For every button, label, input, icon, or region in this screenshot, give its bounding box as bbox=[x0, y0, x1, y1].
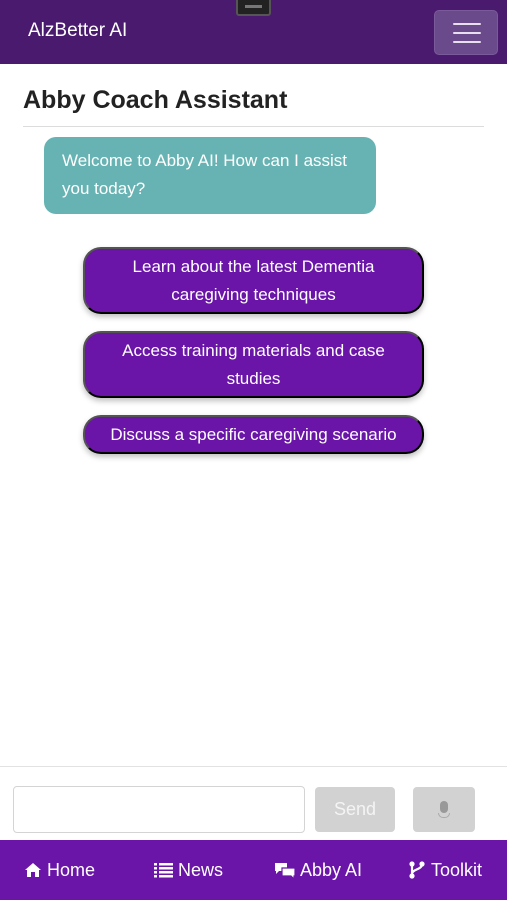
list-icon bbox=[154, 863, 173, 878]
nav-label-news: News bbox=[178, 859, 224, 880]
nav-item-toolkit[interactable]: Toolkit bbox=[408, 840, 482, 900]
suggestion-button-training[interactable]: Access training materials and case studi… bbox=[83, 331, 424, 398]
camera-notch bbox=[236, 0, 271, 16]
send-button[interactable]: Send bbox=[315, 787, 395, 832]
hamburger-icon bbox=[453, 23, 481, 25]
nav-label-home: Home bbox=[47, 859, 96, 880]
app-brand[interactable]: AlzBetter AI bbox=[28, 20, 127, 42]
suggestion-button-techniques[interactable]: Learn about the latest Dementia caregivi… bbox=[83, 247, 424, 314]
chat-icon bbox=[275, 862, 295, 879]
message-input[interactable] bbox=[13, 786, 305, 833]
menu-toggle-button[interactable] bbox=[434, 10, 498, 55]
title-divider bbox=[23, 126, 484, 127]
home-icon bbox=[25, 863, 41, 877]
nav-label-abby-ai: Abby AI bbox=[300, 859, 363, 880]
branch-icon bbox=[409, 861, 425, 879]
page-title: Abby Coach Assistant bbox=[23, 86, 288, 114]
suggestion-button-scenario[interactable]: Discuss a specific caregiving scenario bbox=[83, 415, 424, 454]
composer-divider bbox=[0, 766, 507, 767]
app-header: AlzBetter AI bbox=[0, 0, 507, 64]
microphone-icon bbox=[440, 801, 448, 813]
nav-item-home[interactable]: Home bbox=[24, 840, 95, 900]
microphone-button[interactable] bbox=[413, 787, 475, 832]
nav-item-abby-ai[interactable]: Abby AI bbox=[275, 840, 362, 900]
nav-item-news[interactable]: News bbox=[154, 840, 223, 900]
bottom-navigation: Home News Abby AI Toolkit bbox=[0, 840, 507, 900]
nav-label-toolkit: Toolkit bbox=[431, 859, 483, 880]
bot-welcome-message: Welcome to Abby AI! How can I assist you… bbox=[44, 137, 376, 214]
